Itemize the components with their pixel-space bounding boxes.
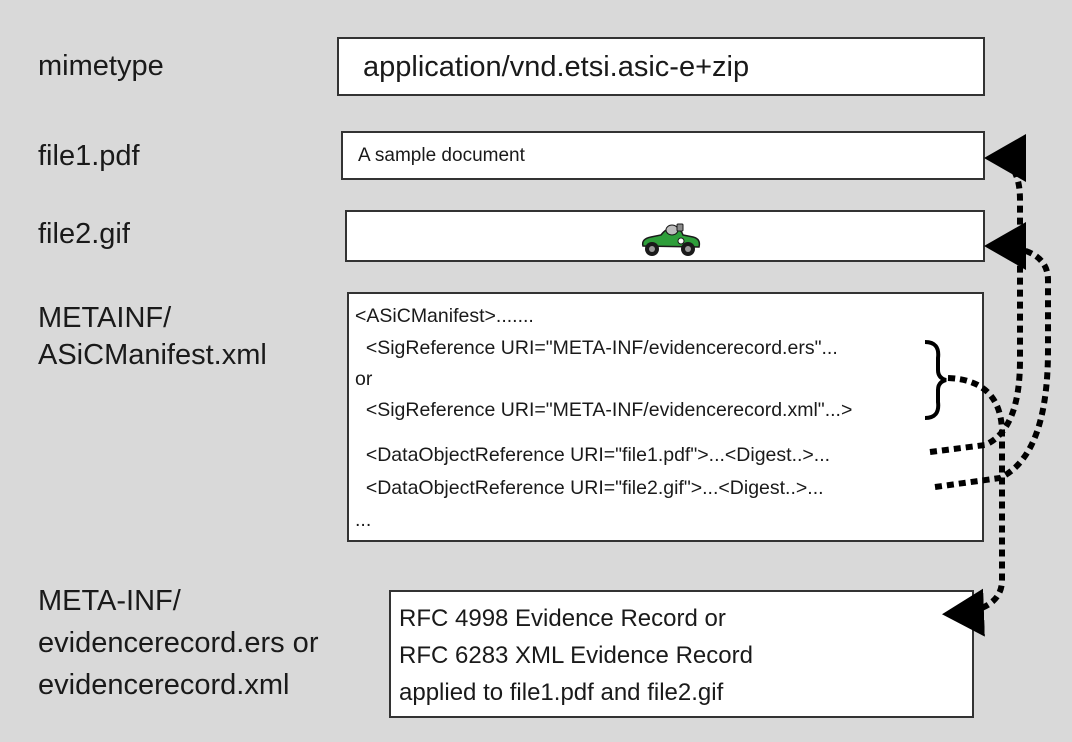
sigreference-brace (924, 340, 947, 420)
arrow-to-evidence (942, 375, 1005, 637)
arrow-to-file2 (934, 222, 1051, 490)
arrow-to-file1 (929, 134, 1027, 455)
reference-arrows (924, 134, 1051, 637)
